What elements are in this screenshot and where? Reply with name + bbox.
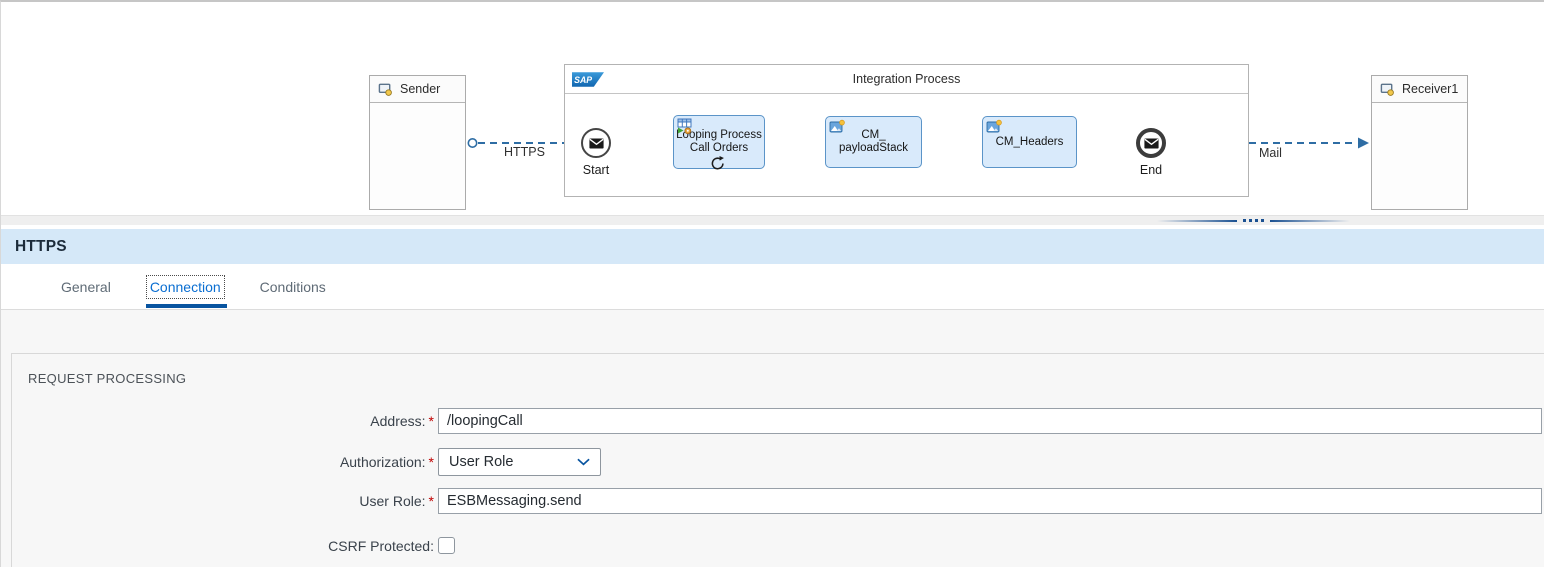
participant-icon bbox=[1380, 83, 1394, 96]
property-panel-header: HTTPS bbox=[1, 229, 1544, 264]
content-modifier-icon bbox=[986, 119, 1002, 133]
tab-connection-label: Connection bbox=[145, 274, 225, 299]
task-cm-headers[interactable]: CM_Headers bbox=[982, 116, 1077, 168]
participant-icon bbox=[378, 83, 392, 96]
task-label-line1: CM_ bbox=[861, 129, 886, 141]
section-title: REQUEST PROCESSING bbox=[28, 371, 187, 386]
process-call-icon bbox=[677, 118, 692, 134]
tab-connection[interactable]: Connection bbox=[145, 264, 227, 309]
integration-process-header: SAP Integration Process bbox=[565, 65, 1248, 94]
address-label: Address: * bbox=[1, 408, 434, 434]
authorization-label: Authorization: * bbox=[1, 448, 434, 476]
splitter-grip-icon[interactable] bbox=[1157, 219, 1350, 222]
end-event-label: End bbox=[1139, 163, 1163, 177]
user-role-input[interactable] bbox=[438, 488, 1542, 514]
https-flow-label: HTTPS bbox=[504, 145, 545, 159]
iflow-diagram-canvas[interactable]: Sender SAP Integration Process Start Loo… bbox=[1, 2, 1544, 217]
required-asterisk: * bbox=[428, 493, 434, 509]
csrf-protected-checkbox[interactable] bbox=[438, 537, 455, 554]
task-label-line1: CM_Headers bbox=[995, 135, 1064, 148]
tab-conditions[interactable]: Conditions bbox=[260, 264, 326, 309]
receiver-header: Receiver1 bbox=[1372, 76, 1467, 103]
authorization-select[interactable]: User Role bbox=[438, 448, 601, 476]
tab-general[interactable]: General bbox=[61, 264, 111, 309]
task-label-line2: Call Orders bbox=[689, 142, 749, 154]
user-role-label-text: User Role: bbox=[359, 493, 426, 509]
address-input[interactable] bbox=[438, 408, 1542, 434]
user-role-label: User Role: * bbox=[1, 488, 434, 514]
required-asterisk: * bbox=[428, 454, 434, 470]
connection-tab-content: REQUEST PROCESSING Address: * Authorizat… bbox=[1, 310, 1544, 567]
panel-title: HTTPS bbox=[15, 237, 67, 255]
process-title: Integration Process bbox=[852, 72, 961, 86]
panel-tab-bar: General Connection Conditions bbox=[1, 264, 1544, 310]
tab-conditions-label: Conditions bbox=[259, 278, 326, 295]
sender-header: Sender bbox=[370, 76, 465, 103]
message-icon bbox=[588, 138, 604, 148]
authorization-selected-value: User Role bbox=[449, 454, 514, 470]
panel-splitter[interactable] bbox=[1, 215, 1544, 225]
required-asterisk: * bbox=[428, 413, 434, 429]
sap-logo-text: SAP bbox=[574, 75, 592, 85]
receiver-participant[interactable]: Receiver1 bbox=[1371, 75, 1468, 210]
sap-logo-icon: SAP bbox=[572, 72, 604, 87]
tab-general-label: General bbox=[61, 278, 111, 295]
csrf-protected-label: CSRF Protected: bbox=[1, 537, 434, 554]
task-label-line2: payloadStack bbox=[838, 142, 909, 154]
sender-label: Sender bbox=[400, 82, 441, 96]
chevron-down-icon bbox=[577, 458, 590, 466]
loop-marker-icon bbox=[711, 156, 724, 170]
sender-participant[interactable]: Sender bbox=[369, 75, 466, 210]
cpi-iflow-editor: Sender SAP Integration Process Start Loo… bbox=[0, 0, 1544, 567]
task-cm-payloadstack[interactable]: CM_ payloadStack bbox=[825, 116, 922, 168]
task-looping-process-call[interactable]: Looping Process Call Orders bbox=[673, 115, 765, 170]
content-modifier-icon bbox=[829, 119, 845, 133]
mail-flow-label: Mail bbox=[1259, 146, 1282, 160]
receiver-label: Receiver1 bbox=[1402, 82, 1459, 96]
message-icon bbox=[1143, 138, 1159, 148]
start-event[interactable] bbox=[581, 128, 611, 158]
authorization-label-text: Authorization: bbox=[339, 454, 426, 470]
csrf-protected-label-text: CSRF Protected: bbox=[328, 537, 434, 554]
address-label-text: Address: bbox=[370, 413, 426, 429]
end-event[interactable] bbox=[1136, 128, 1166, 158]
start-event-label: Start bbox=[582, 163, 610, 177]
